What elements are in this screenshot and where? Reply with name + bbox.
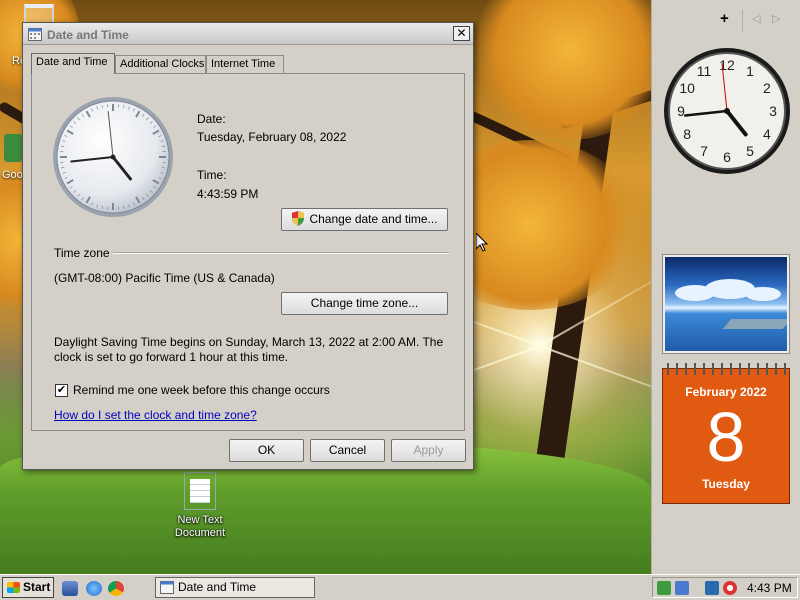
clock-numeral: 11 (697, 63, 712, 79)
clock-numeral: 7 (700, 143, 708, 159)
close-icon: ✕ (456, 26, 467, 40)
google-chrome-desktop-icon[interactable] (4, 134, 22, 162)
gadget-clock-center (724, 108, 730, 114)
calendar-gadget[interactable]: February 2022 8 Tuesday (662, 363, 791, 504)
desktop-icon-new-text-document[interactable]: New Text Document (166, 472, 234, 540)
add-gadget-icon[interactable]: + (720, 10, 729, 27)
clock-numeral: 6 (723, 149, 731, 165)
analog-clock (53, 97, 173, 217)
time-label: Time: (197, 168, 227, 182)
next-page-icon[interactable]: ▷ (772, 12, 780, 25)
start-button[interactable]: Start (2, 577, 54, 598)
volume-muted-icon[interactable] (723, 581, 737, 595)
dialog-titlebar[interactable]: Date and Time ✕ (23, 23, 473, 45)
time-zone-divider (113, 252, 449, 254)
uac-shield-icon (292, 211, 305, 226)
cancel-button[interactable]: Cancel (310, 439, 385, 462)
desktop-icon-label-google: Goo (2, 169, 23, 181)
photo-cloud (745, 287, 781, 301)
text-document-icon (184, 472, 216, 510)
date-and-time-dialog: Date and Time ✕ Date and Time Additional… (22, 22, 474, 470)
desktop-icon-label: Document (174, 527, 226, 539)
time-value: 4:43:59 PM (197, 187, 259, 201)
remind-checkbox-label[interactable]: Remind me one week before this change oc… (73, 383, 330, 397)
system-tray: 4:43 PM (652, 577, 798, 598)
calendar-day: 8 (706, 398, 746, 476)
ok-button[interactable]: OK (229, 439, 304, 462)
windows-logo-icon (7, 582, 20, 593)
clock-numeral: 10 (679, 80, 695, 96)
change-time-zone-button[interactable]: Change time zone... (281, 292, 448, 315)
connection-icon[interactable] (705, 581, 719, 595)
slideshow-gadget[interactable] (663, 255, 789, 353)
taskbar: Start Date and Time 4:43 PM (0, 574, 800, 600)
dst-info-line-2: clock is set to go forward 1 hour at thi… (54, 350, 289, 364)
sidebar-separator (742, 10, 743, 32)
change-date-and-time-button[interactable]: Change date and time... (281, 208, 448, 231)
show-desktop-icon[interactable] (62, 581, 78, 596)
desktop-icon-label: New Text (177, 514, 223, 526)
gadget-sidebar: + ◁ ▷ 1 2 3 4 5 6 7 8 9 10 11 12 February 2022 8 Tu… (651, 0, 800, 574)
dst-info-line-1: Daylight Saving Time begins on Sunday, M… (54, 335, 444, 349)
tray-clock[interactable]: 4:43 PM (747, 581, 792, 595)
network-icon[interactable] (675, 581, 689, 595)
clock-numeral: 4 (763, 126, 771, 142)
clock-numeral: 5 (746, 143, 754, 159)
clock-center (110, 154, 116, 160)
apply-button[interactable]: Apply (391, 439, 466, 462)
tab-internet-time[interactable]: Internet Time (206, 55, 284, 73)
start-label: Start (23, 580, 51, 594)
calendar-clock-icon (28, 28, 42, 41)
calendar-weekday: Tuesday (702, 477, 750, 491)
photo-pier (722, 319, 787, 329)
time-zone-value: (GMT-08:00) Pacific Time (US & Canada) (54, 271, 275, 285)
help-link[interactable]: How do I set the clock and time zone? (54, 408, 257, 422)
clock-numeral: 1 (746, 63, 754, 79)
change-date-and-time-label: Change date and time... (309, 212, 438, 226)
internet-explorer-icon[interactable] (86, 581, 102, 596)
foliage (470, 0, 651, 140)
dialog-title: Date and Time (47, 28, 129, 42)
remind-checkbox[interactable]: ✔ (55, 384, 68, 397)
clock-numeral: 9 (677, 103, 685, 119)
clock-numeral: 2 (763, 80, 771, 96)
previous-page-icon[interactable]: ◁ (752, 12, 760, 25)
tab-date-and-time[interactable]: Date and Time (31, 53, 115, 74)
clock-numeral: 12 (719, 57, 735, 73)
calendar-clock-icon (160, 581, 174, 594)
security-center-icon[interactable] (657, 581, 671, 595)
mouse-cursor-icon (476, 233, 488, 252)
chrome-icon[interactable] (108, 581, 124, 596)
clock-gadget[interactable]: 1234567891011 12 (662, 46, 792, 176)
time-zone-header: Time zone (54, 246, 110, 260)
calendar-rings (663, 363, 791, 375)
clock-numeral: 8 (683, 126, 691, 142)
close-button[interactable]: ✕ (453, 26, 470, 41)
taskbar-item-date-and-time[interactable]: Date and Time (155, 577, 315, 598)
clock-numeral: 3 (769, 103, 777, 119)
tab-additional-clocks[interactable]: Additional Clocks (115, 55, 206, 73)
date-label: Date: (197, 112, 226, 126)
checkmark-icon: ✔ (56, 384, 67, 396)
date-value: Tuesday, February 08, 2022 (197, 130, 347, 144)
taskbar-item-label: Date and Time (178, 580, 257, 594)
